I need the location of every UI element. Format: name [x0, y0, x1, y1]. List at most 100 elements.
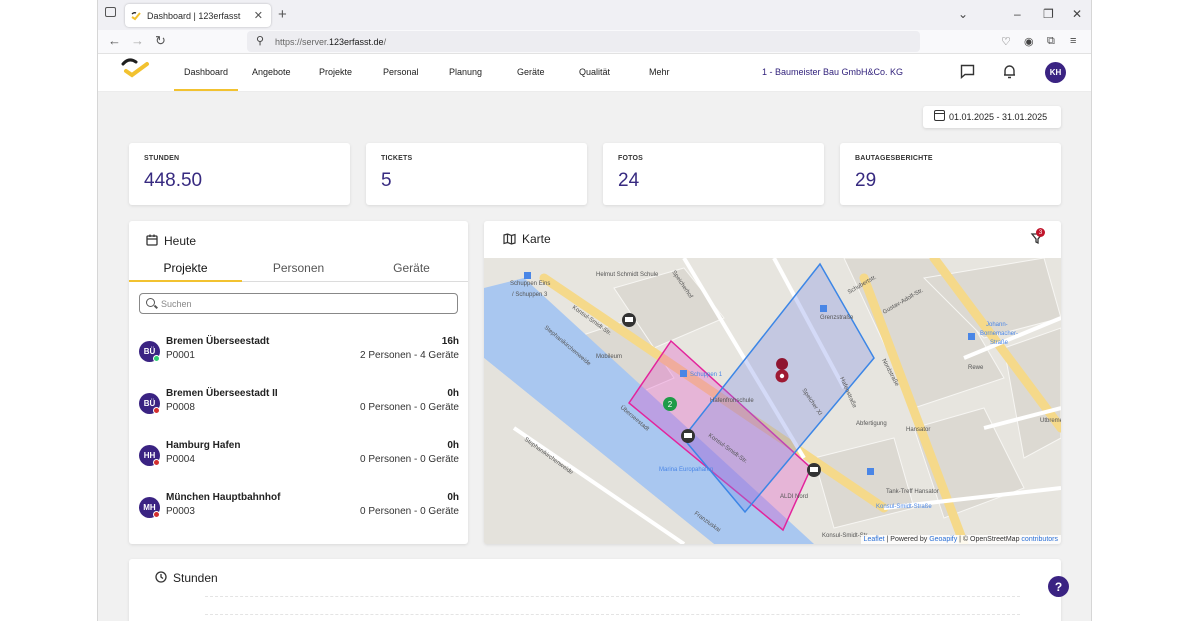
stat-label: BAUTAGESBERICHTE [855, 155, 933, 162]
project-row[interactable]: HH Hamburg Hafen P0004 0h 0 Personen - 0… [139, 437, 459, 477]
user-avatar[interactable]: KH [1045, 62, 1066, 83]
map-canvas[interactable]: 2 Helmut Schmidt Schule Schuppen Eins / … [484, 258, 1061, 544]
search-icon: ⚲ [256, 35, 265, 47]
project-hours: 0h [447, 492, 459, 503]
tab-geraete[interactable]: Geräte [355, 261, 468, 275]
date-range-label: 01.01.2025 - 31.01.2025 [949, 112, 1048, 122]
forward-icon[interactable]: → [131, 33, 144, 48]
reload-icon[interactable]: ↻ [155, 33, 166, 49]
stat-card-fotos[interactable]: FOTOS 24 [603, 143, 824, 205]
karte-title: Karte [522, 232, 551, 246]
extensions-icon[interactable]: ⧉ [1047, 35, 1055, 48]
url-prefix: https://server. [275, 36, 330, 47]
new-tab-icon[interactable]: + [278, 6, 287, 23]
restore-icon[interactable]: ❐ [1043, 7, 1054, 21]
stat-card-tickets[interactable]: TICKETS 5 [366, 143, 587, 205]
app-favicon-icon [131, 11, 141, 20]
browser-window: Dashboard | 123erfasst ✕ + ⌄ – ❐ ✕ ← → ↻… [97, 0, 1092, 621]
project-row[interactable]: BÜ Bremen Überseestadt II P0008 0h 0 Per… [139, 385, 459, 425]
pocket-icon[interactable]: ♡ [1001, 35, 1011, 48]
status-dot [153, 459, 160, 466]
map-label: Schuppen Eins [510, 281, 550, 287]
tab-strip: Dashboard | 123erfasst ✕ + ⌄ – ❐ ✕ [98, 0, 1091, 30]
tab-personen[interactable]: Personen [242, 261, 355, 275]
browser-tab[interactable]: Dashboard | 123erfasst ✕ [125, 4, 271, 27]
nav-projekte[interactable]: Projekte [319, 67, 352, 77]
project-code: P0008 [166, 402, 195, 413]
stat-label: STUNDEN [144, 155, 180, 162]
chevron-down-icon[interactable]: ⌄ [958, 7, 968, 21]
project-summary: 0 Personen - 0 Geräte [360, 454, 459, 465]
project-row[interactable]: MH München Hauptbahnhof P0003 0h 0 Perso… [139, 489, 459, 529]
nav-angebote[interactable]: Angebote [252, 67, 291, 77]
nav-geraete[interactable]: Geräte [517, 67, 545, 77]
project-code: P0004 [166, 454, 195, 465]
project-name: Hamburg Hafen [166, 440, 241, 451]
contributors-link[interactable]: contributors [1021, 536, 1058, 543]
close-window-icon[interactable]: ✕ [1072, 7, 1082, 21]
nav-qualitaet[interactable]: Qualität [579, 67, 610, 77]
date-range-button[interactable]: 01.01.2025 - 31.01.2025 [923, 106, 1061, 128]
stat-value: 24 [618, 170, 640, 191]
project-hours: 16h [441, 336, 459, 347]
close-tab-icon[interactable]: ✕ [254, 9, 263, 22]
filter-badge: 3 [1036, 228, 1045, 237]
calendar-icon [146, 234, 158, 246]
map-label: Grenzstraße [820, 315, 854, 321]
menu-icon[interactable]: ≡ [1070, 35, 1076, 47]
search-icon [146, 298, 155, 307]
nav-mehr[interactable]: Mehr [649, 67, 670, 77]
url-suffix: / [383, 36, 387, 47]
project-row[interactable]: BÜ Bremen Überseestadt P0001 16h 2 Perso… [139, 333, 459, 373]
stat-value: 448.50 [144, 170, 203, 191]
cluster-count: 2 [668, 400, 673, 409]
map-label: Helmut Schmidt Schule [596, 272, 659, 278]
minimize-icon[interactable]: – [1014, 7, 1021, 21]
chart-gridline [205, 596, 1020, 597]
stat-card-bautagesberichte[interactable]: BAUTAGESBERICHTE 29 [840, 143, 1061, 205]
bell-icon[interactable] [1003, 64, 1016, 79]
map-label: Konsul-Smidt-Straße [876, 504, 932, 510]
browser-toolbar: ← → ↻ ⚲ https://server. 123erfasst.de / ♡ … [98, 30, 1091, 54]
map-label: Hafenfrohschule [710, 398, 754, 404]
geoapify-link[interactable]: Geoapify [929, 536, 957, 543]
project-name: München Hauptbahnhof [166, 492, 281, 503]
project-code: P0001 [166, 350, 195, 361]
stat-card-stunden[interactable]: STUNDEN 448.50 [129, 143, 350, 205]
nav-personal[interactable]: Personal [383, 67, 419, 77]
heute-title: Heute [164, 234, 197, 248]
account-icon[interactable]: ◉ [1024, 35, 1034, 48]
heute-card: Heute Projekte Personen Geräte Suchen BÜ… [129, 221, 468, 544]
project-name: Bremen Überseestadt [166, 336, 270, 347]
map-label: Straße [990, 340, 1009, 346]
tab-list-icon[interactable] [105, 7, 116, 17]
leaflet-link[interactable]: Leaflet [864, 536, 885, 543]
stunden-card: Stunden [129, 559, 1061, 621]
map-label: Abfertigung [856, 421, 887, 427]
search-placeholder: Suchen [161, 298, 192, 309]
map-view[interactable]: 2 Helmut Schmidt Schule Schuppen Eins / … [484, 258, 1061, 544]
back-icon[interactable]: ← [108, 33, 121, 48]
map-label: / Schuppen 3 [512, 292, 548, 298]
attribution-text: | © OpenStreetMap [957, 536, 1022, 543]
chart-gridline [205, 614, 1020, 615]
nav-dashboard[interactable]: Dashboard [173, 67, 239, 91]
project-summary: 2 Personen - 4 Geräte [360, 350, 459, 361]
address-bar[interactable]: ⚲ https://server. 123erfasst.de / [247, 31, 920, 52]
map-label: Schuppen 1 [690, 372, 723, 378]
stat-label: TICKETS [381, 155, 413, 162]
status-dot [153, 407, 160, 414]
map-label: Rewe [968, 365, 984, 371]
heute-tabs: Projekte Personen Geräte [129, 259, 468, 282]
clock-icon [155, 571, 167, 583]
company-selector[interactable]: 1 - Baumeister Bau GmbH&Co. KG [762, 67, 903, 77]
help-button[interactable]: ? [1048, 576, 1069, 597]
map-label: Johann- [986, 322, 1008, 328]
status-dot [153, 511, 160, 518]
tab-projekte[interactable]: Projekte [129, 261, 242, 282]
chat-icon[interactable] [960, 64, 975, 79]
search-input[interactable]: Suchen [139, 293, 458, 314]
project-summary: 0 Personen - 0 Geräte [360, 506, 459, 517]
app-logo-icon[interactable] [120, 58, 150, 80]
nav-planung[interactable]: Planung [449, 67, 482, 77]
